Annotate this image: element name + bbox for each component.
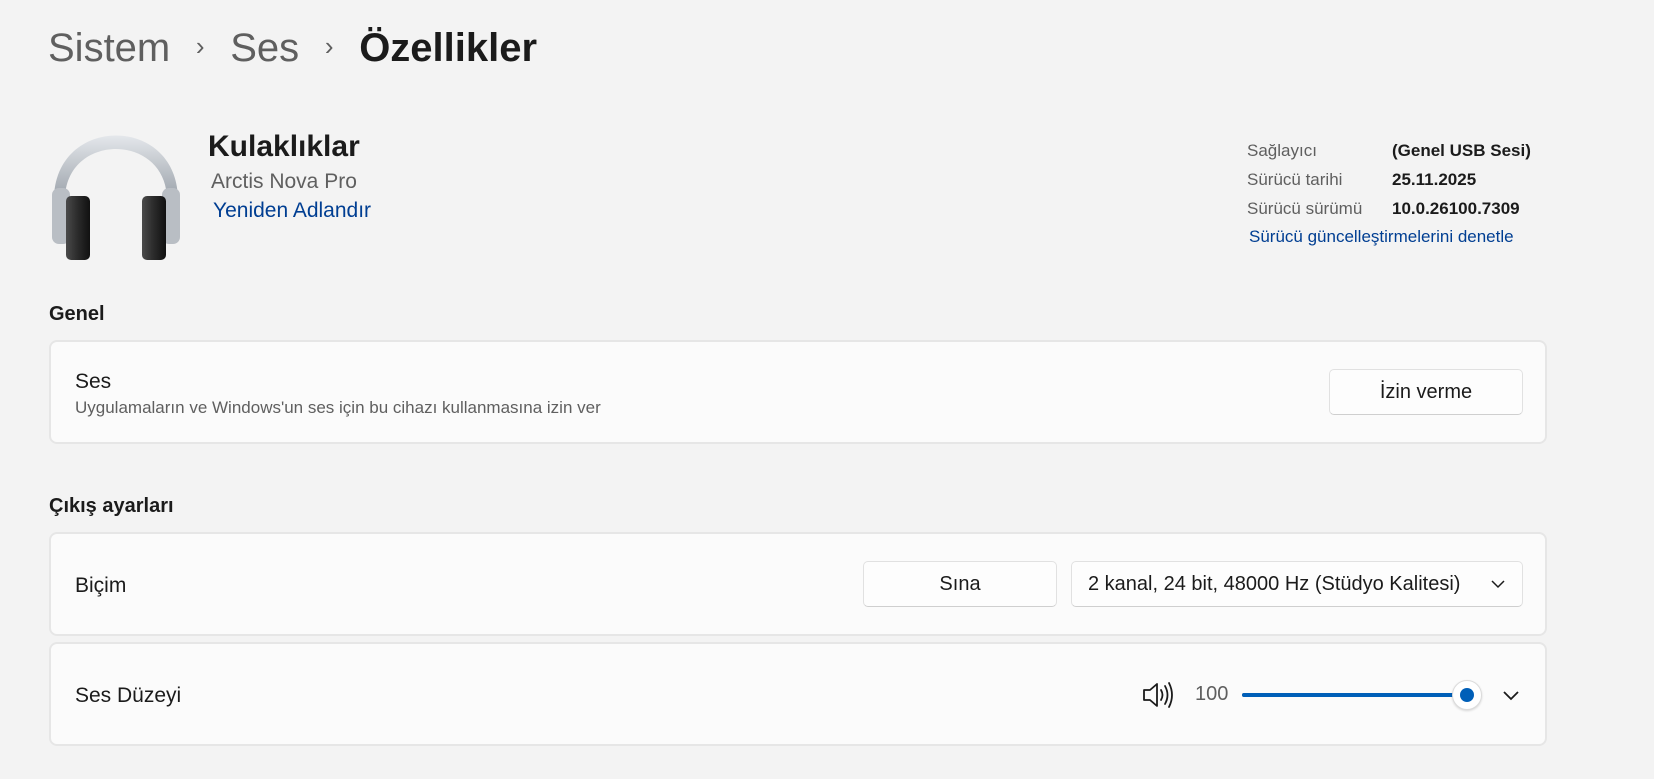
chevron-down-icon — [1491, 580, 1505, 589]
breadcrumb-item-sistem[interactable]: Sistem — [48, 22, 170, 74]
volume-value: 100 — [1195, 683, 1229, 705]
format-card: Biçim Sına 2 kanal, 24 bit, 48000 Hz (St… — [49, 532, 1547, 636]
driver-date-value: 25.11.2025 — [1392, 169, 1477, 189]
driver-provider-label: Sağlayıcı — [1247, 140, 1317, 160]
driver-info: Sağlayıcı (Genel USB Sesi) Sürücü tarihi… — [1247, 136, 1587, 247]
test-button[interactable]: Sına — [863, 561, 1057, 607]
driver-provider-value: (Genel USB Sesi) — [1392, 140, 1531, 160]
volume-slider[interactable] — [1242, 680, 1482, 710]
device-name: Kulaklıklar — [208, 130, 360, 163]
check-driver-updates-link[interactable]: Sürücü güncelleştirmelerini denetle — [1249, 227, 1587, 247]
volume-slider-thumb[interactable] — [1452, 680, 1482, 710]
driver-version-value: 10.0.26100.7309 — [1392, 198, 1520, 218]
format-dropdown-value: 2 kanal, 24 bit, 48000 Hz (Stüdyo Kalite… — [1088, 572, 1461, 595]
audio-permission-description: Uygulamaların ve Windows'un ses için bu … — [75, 398, 601, 417]
device-model: Arctis Nova Pro — [211, 170, 357, 193]
chevron-right-icon: › — [324, 31, 334, 61]
page-title: Özellikler — [359, 26, 538, 70]
format-title: Biçim — [75, 574, 127, 597]
chevron-down-icon[interactable] — [1501, 686, 1521, 706]
volume-slider-fill — [1242, 693, 1467, 697]
section-title-general: Genel — [49, 303, 105, 325]
breadcrumb-item-ses[interactable]: Ses — [230, 22, 299, 74]
headphones-icon — [52, 135, 180, 260]
breadcrumb: Sistem › Ses › Özellikler — [48, 22, 537, 74]
driver-date-label: Sürücü tarihi — [1247, 169, 1343, 189]
section-title-output: Çıkış ayarları — [49, 495, 174, 517]
driver-row-version: Sürücü sürümü 10.0.26100.7309 — [1247, 194, 1587, 223]
audio-permission-title: Ses — [75, 370, 112, 393]
driver-row-date: Sürücü tarihi 25.11.2025 — [1247, 165, 1587, 194]
format-dropdown[interactable]: 2 kanal, 24 bit, 48000 Hz (Stüdyo Kalite… — [1071, 561, 1523, 607]
audio-permission-card: Ses Uygulamaların ve Windows'un ses için… — [49, 340, 1547, 444]
volume-card: Ses Düzeyi 100 — [49, 642, 1547, 746]
volume-title: Ses Düzeyi — [75, 684, 182, 707]
chevron-right-icon: › — [195, 31, 205, 61]
dont-allow-button[interactable]: İzin verme — [1329, 369, 1523, 415]
speaker-volume-icon[interactable] — [1141, 680, 1175, 710]
driver-version-label: Sürücü sürümü — [1247, 198, 1363, 218]
driver-row-provider: Sağlayıcı (Genel USB Sesi) — [1247, 136, 1587, 165]
rename-link[interactable]: Yeniden Adlandır — [213, 199, 371, 223]
sound-properties-page: Sistem › Ses › Özellikler Kulaklıklar Ar… — [0, 0, 1654, 779]
